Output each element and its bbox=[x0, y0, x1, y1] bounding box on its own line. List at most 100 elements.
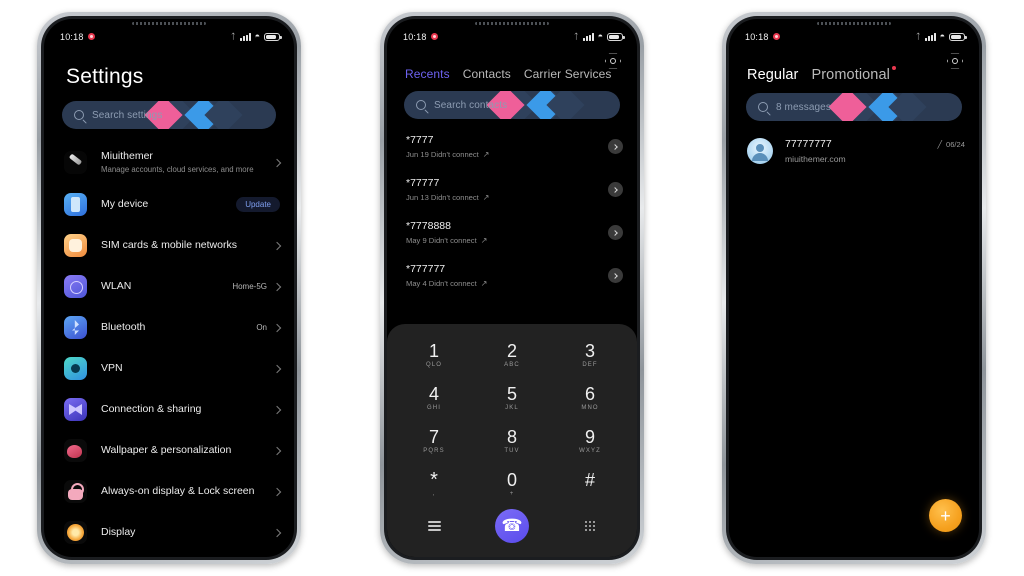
bluetooth-settings-icon bbox=[64, 316, 87, 339]
dialpad-key-2[interactable]: 2 ABC bbox=[473, 334, 551, 376]
menu-icon bbox=[427, 519, 441, 533]
call-icon[interactable]: ☎ bbox=[495, 509, 529, 543]
diamond-dark-1 bbox=[158, 101, 197, 129]
key-digit: 1 bbox=[428, 341, 439, 361]
wallpaper-icon bbox=[64, 439, 87, 462]
key-letters: WXYZ bbox=[579, 448, 601, 454]
key-letters: PQRS bbox=[423, 448, 445, 454]
update-badge[interactable]: Update bbox=[236, 197, 280, 212]
key-letters: ABC bbox=[504, 362, 520, 368]
search-input[interactable]: Search settings bbox=[62, 101, 276, 129]
sidebar-item-display[interactable]: Display bbox=[44, 512, 294, 553]
tab-recents[interactable]: Recents bbox=[405, 67, 450, 81]
key-digit: 5 bbox=[506, 384, 517, 404]
dialpad-key-1[interactable]: 1 QLO bbox=[395, 334, 473, 376]
call-number: *777777 bbox=[406, 263, 446, 275]
search-input[interactable]: 8 messages bbox=[746, 93, 962, 121]
tab-promotional[interactable]: Promotional bbox=[811, 66, 896, 83]
call-log-row[interactable]: *77777 Jun 13 Didn't connect ↗ bbox=[387, 168, 637, 211]
search-messages-container[interactable]: 8 messages bbox=[746, 93, 962, 121]
phone-settings: 10:18 ᛏ ◓ Settings Search settings Miuit… bbox=[37, 12, 301, 564]
call-details-button[interactable] bbox=[608, 225, 623, 240]
diamond-dark-3 bbox=[888, 93, 927, 121]
key-letters: GHI bbox=[427, 405, 441, 411]
plus-icon: + bbox=[940, 505, 951, 526]
diamond-blue bbox=[526, 91, 565, 119]
dialpad-key-6[interactable]: 6 MNO bbox=[551, 377, 629, 419]
sidebar-item-vpn[interactable]: VPN bbox=[44, 348, 294, 389]
wlan-icon bbox=[64, 275, 87, 298]
dialpad: 1 QLO 2 ABC 3 DEF 4 GHI 5 JKL 6 MNO 7 PQ… bbox=[387, 324, 637, 557]
key-letters: + bbox=[509, 491, 515, 497]
settings-item-label: Bluetooth bbox=[101, 321, 146, 333]
settings-item-text: Miuithemer Manage accounts, cloud servic… bbox=[101, 150, 274, 175]
thread-preview: miuithemer.com bbox=[785, 154, 846, 164]
gear-center bbox=[610, 58, 616, 64]
sidebar-item-bluetooth[interactable]: Bluetooth On bbox=[44, 307, 294, 348]
message-thread-list: 77777777 miuithemer.com ╱ 06/24 bbox=[729, 121, 979, 172]
dialpad-key-8[interactable]: 8 TUV bbox=[473, 420, 551, 462]
sidebar-item-connection-sharing[interactable]: Connection & sharing bbox=[44, 389, 294, 430]
menu-button[interactable] bbox=[395, 519, 473, 533]
tab-contacts[interactable]: Contacts bbox=[463, 67, 511, 81]
key-digit: * bbox=[430, 469, 438, 491]
dialpad-key-star[interactable]: * , bbox=[395, 463, 473, 505]
signal-icon bbox=[239, 32, 251, 41]
dialpad-key-5[interactable]: 5 JKL bbox=[473, 377, 551, 419]
diamond-dark-2 bbox=[870, 93, 909, 121]
key-letters: , bbox=[432, 491, 436, 497]
sidebar-item-always-on-display[interactable]: Always-on display & Lock screen bbox=[44, 471, 294, 512]
phone-bezel: 10:18 ᛏ ◓ Recents Contacts Carrier Servi… bbox=[384, 16, 640, 560]
dialpad-key-hash[interactable]: # bbox=[551, 463, 629, 505]
new-message-button[interactable]: + bbox=[929, 499, 962, 532]
sidebar-item-my-device[interactable]: My device Update bbox=[44, 184, 294, 225]
display-icon bbox=[64, 521, 87, 544]
thread-text: 77777777 miuithemer.com bbox=[785, 138, 937, 164]
call-details-button[interactable] bbox=[608, 139, 623, 154]
call-details-button[interactable] bbox=[608, 182, 623, 197]
call-meta-text: Jun 13 Didn't connect bbox=[406, 193, 479, 202]
dialpad-key-3[interactable]: 3 DEF bbox=[551, 334, 629, 376]
sidebar-item-sim-cards[interactable]: SIM cards & mobile networks bbox=[44, 225, 294, 266]
sidebar-item-wallpaper[interactable]: Wallpaper & personalization bbox=[44, 430, 294, 471]
settings-item-text: VPN bbox=[101, 362, 274, 375]
thread-date: 06/24 bbox=[945, 140, 965, 149]
search-contacts-container[interactable]: Search contacts bbox=[404, 91, 620, 119]
wifi-icon: ◓ bbox=[597, 31, 603, 41]
notification-dot-icon bbox=[772, 33, 780, 40]
call-meta-text: May 9 Didn't connect bbox=[406, 236, 477, 245]
sidebar-item-wlan[interactable]: WLAN Home-5G bbox=[44, 266, 294, 307]
call-log-row[interactable]: *7777 Jun 19 Didn't connect ↗ bbox=[387, 125, 637, 168]
dialpad-key-0[interactable]: 0 + bbox=[473, 463, 551, 505]
list-item[interactable]: 77777777 miuithemer.com ╱ 06/24 bbox=[729, 130, 979, 172]
tab-carrier-services[interactable]: Carrier Services bbox=[524, 67, 612, 81]
dialpad-key-9[interactable]: 9 WXYZ bbox=[551, 420, 629, 462]
diamond-blue bbox=[868, 93, 907, 121]
call-log-row[interactable]: *777777 May 4 Didn't connect ↗ bbox=[387, 254, 637, 297]
chevron-right-icon bbox=[272, 323, 282, 332]
call-row-text: *7778888 May 9 Didn't connect ↗ bbox=[406, 220, 608, 245]
wifi-icon: ◓ bbox=[254, 31, 260, 41]
earpiece-speaker bbox=[475, 22, 549, 25]
key-digit: 8 bbox=[506, 427, 517, 447]
phone-screen-dialer: 10:18 ᛏ ◓ Recents Contacts Carrier Servi… bbox=[387, 19, 637, 557]
call-details-button[interactable] bbox=[608, 268, 623, 283]
settings-item-text: Bluetooth bbox=[101, 321, 256, 334]
dialpad-key-7[interactable]: 7 PQRS bbox=[395, 420, 473, 462]
key-digit: 9 bbox=[584, 427, 595, 447]
key-digit: 4 bbox=[428, 384, 439, 404]
search-input[interactable]: Search contacts bbox=[404, 91, 620, 119]
call-button-wrap[interactable]: ☎ bbox=[473, 509, 551, 543]
key-letters bbox=[551, 491, 629, 499]
tab-regular[interactable]: Regular bbox=[747, 67, 798, 83]
dialpad-key-4[interactable]: 4 GHI bbox=[395, 377, 473, 419]
gear-icon[interactable] bbox=[947, 53, 963, 69]
search-settings-container[interactable]: Search settings bbox=[62, 101, 276, 129]
thread-meta: ╱ 06/24 bbox=[937, 138, 965, 149]
chevron-right-icon bbox=[272, 528, 282, 537]
dialpad-keys: 1 QLO 2 ABC 3 DEF 4 GHI 5 JKL 6 MNO 7 PQ… bbox=[395, 334, 629, 505]
keypad-toggle-button[interactable] bbox=[551, 521, 629, 531]
call-log-row[interactable]: *7778888 May 9 Didn't connect ↗ bbox=[387, 211, 637, 254]
sidebar-item-miuithemer[interactable]: Miuithemer Manage accounts, cloud servic… bbox=[44, 141, 294, 184]
phone-bezel: 10:18 ᛏ ◓ Regular Promotional 8 messages… bbox=[726, 16, 982, 560]
